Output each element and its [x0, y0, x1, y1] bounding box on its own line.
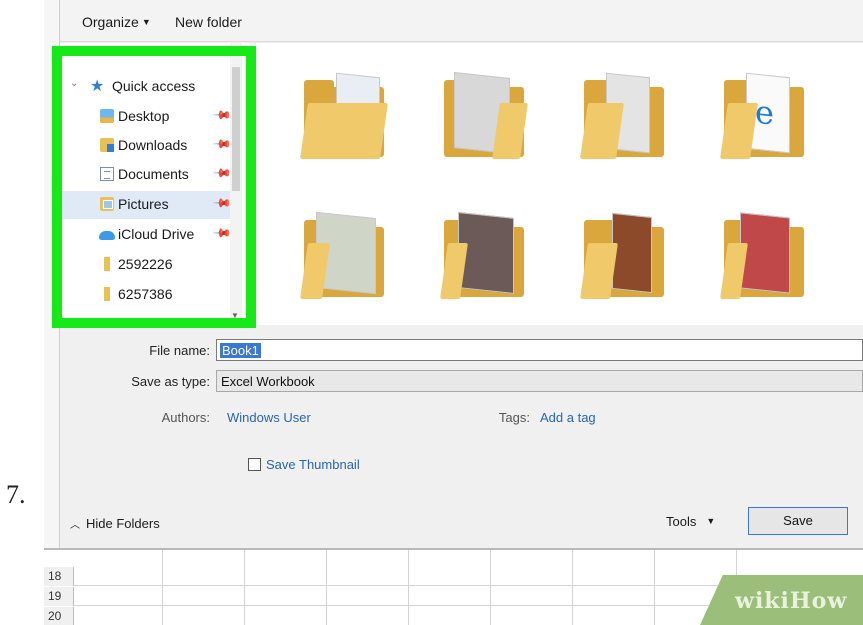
column-divider [244, 550, 245, 625]
file-name-value: Book1 [220, 343, 261, 358]
row-header[interactable]: 18 [44, 567, 74, 586]
tools-button[interactable]: Tools ▼ [666, 514, 715, 529]
authors-label: Authors: [161, 410, 210, 425]
column-divider [408, 550, 409, 625]
hide-folders-label: Hide Folders [86, 516, 160, 531]
row-header[interactable]: 20 [44, 607, 74, 625]
caret-down-icon: ▼ [706, 516, 716, 526]
row-header[interactable]: 19 [44, 587, 74, 606]
save-thumbnail-label[interactable]: Save Thumbnail [266, 457, 360, 472]
file-name-label: File name: [149, 343, 210, 358]
internet-explorer-icon: e [755, 92, 774, 133]
folder-tile[interactable] [296, 72, 392, 165]
save-fields: File name: Book1 Save as type: Excel Wor… [60, 326, 863, 548]
highlight-box [52, 46, 256, 328]
column-divider [654, 550, 655, 625]
column-divider [162, 550, 163, 625]
toolbar: Organize ▼ New folder [60, 0, 863, 42]
folder-preview [612, 212, 652, 294]
add-tag-link[interactable]: Add a tag [540, 410, 596, 425]
tags-label: Tags: [498, 410, 530, 425]
caret-down-icon: ▼ [141, 17, 151, 27]
folder-preview [740, 212, 790, 294]
folder-tile[interactable]: e [716, 72, 812, 165]
column-divider [490, 550, 491, 625]
folder-tile[interactable] [716, 212, 812, 305]
wikihow-watermark: wikiHow [735, 588, 848, 614]
column-divider [326, 550, 327, 625]
folder-tile[interactable] [576, 212, 672, 305]
folder-tile[interactable] [436, 212, 532, 305]
step-number: 7. [6, 480, 26, 509]
organize-label: Organize [82, 14, 139, 30]
folder-tile[interactable] [436, 72, 532, 165]
file-name-input[interactable]: Book1 [216, 339, 863, 361]
save-as-type-select[interactable]: Excel Workbook [216, 370, 863, 392]
folder-tile[interactable] [576, 72, 672, 165]
folder-tile[interactable] [296, 211, 392, 305]
column-divider [572, 550, 573, 625]
new-folder-button[interactable]: New folder [175, 14, 242, 30]
save-thumbnail-checkbox[interactable] [248, 458, 261, 471]
save-button[interactable]: Save [748, 507, 848, 535]
hide-folders-button[interactable]: ︿ Hide Folders [70, 516, 160, 531]
chevron-up-icon: ︿ [70, 520, 80, 531]
authors-value[interactable]: Windows User [227, 410, 311, 425]
organize-button[interactable]: Organize ▼ [82, 14, 151, 30]
tools-label: Tools [666, 514, 697, 529]
folder-front [300, 103, 388, 159]
file-list-pane: e [256, 43, 863, 325]
save-as-type-label: Save as type: [131, 374, 210, 389]
